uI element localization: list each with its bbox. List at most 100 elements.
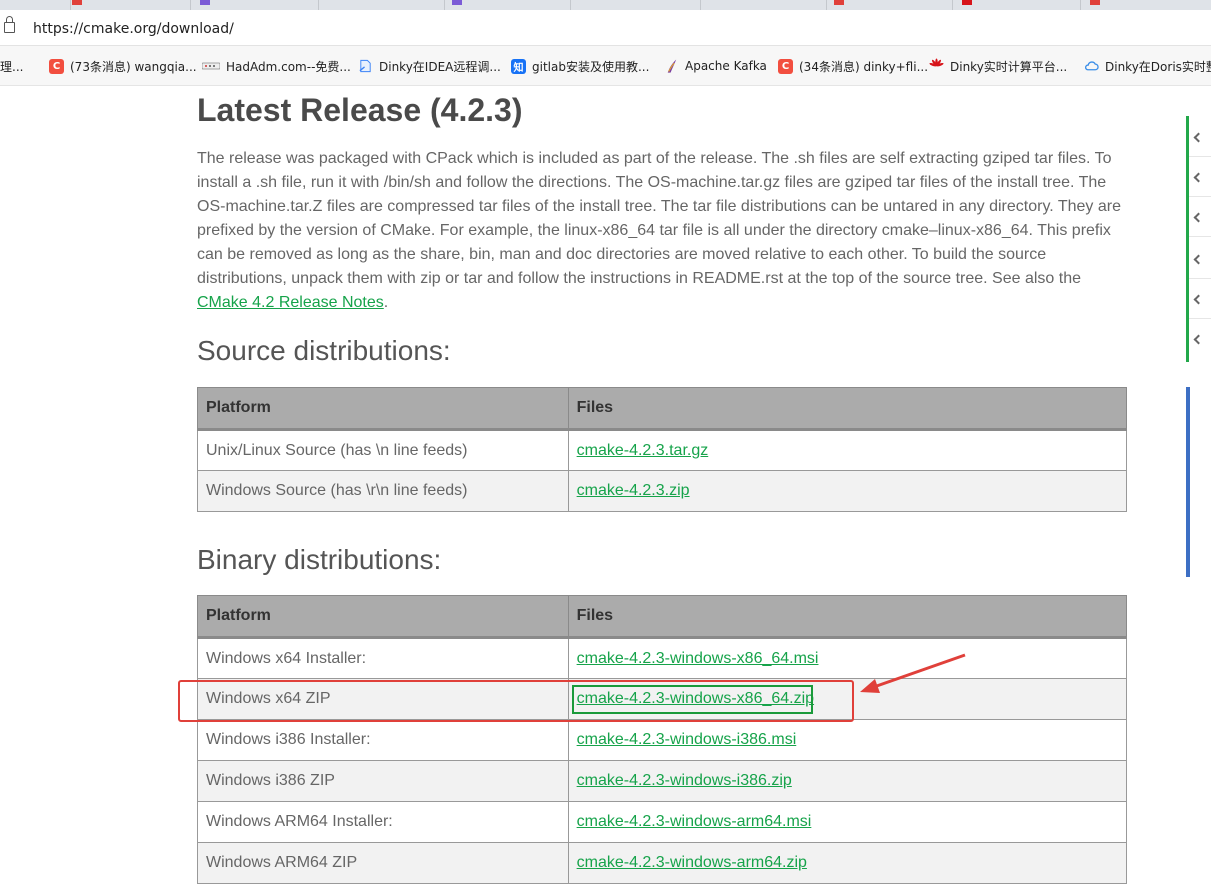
tab-favicon[interactable]: [72, 0, 82, 5]
bookmark-item[interactable]: 理...: [0, 56, 23, 76]
tab-separator: [70, 0, 71, 10]
zhihu-icon: 知: [511, 58, 526, 74]
lock-icon[interactable]: [4, 16, 15, 33]
side-panel: [1186, 387, 1211, 577]
platform-cell: Windows Source (has \r\n line feeds): [197, 470, 569, 512]
platform-cell: Windows ARM64 ZIP: [197, 842, 569, 884]
tab-separator: [444, 0, 445, 10]
bookmark-item[interactable]: Apache Kafka: [664, 56, 767, 76]
tab-separator: [1080, 0, 1081, 10]
bookmark-item[interactable]: HadAdm.com--免费...: [202, 56, 351, 76]
chevron-left-icon[interactable]: [1193, 294, 1204, 305]
download-link[interactable]: cmake-4.2.3-windows-x86_64.msi: [577, 650, 819, 667]
bookmark-label: Dinky实时计算平台...: [950, 59, 1068, 74]
table-row: Windows Source (has \r\n line feeds) cma…: [197, 470, 1128, 512]
toc-sidebar: [1186, 116, 1211, 362]
page-icon: [358, 59, 373, 74]
page-title: Latest Release (4.2.3): [197, 92, 523, 128]
table-row: Windows i386 ZIP cmake-4.2.3-windows-i38…: [197, 760, 1128, 802]
divider: [1189, 236, 1211, 237]
bookmark-item[interactable]: 知 gitlab安装及使用教...: [511, 56, 649, 76]
platform-cell: Windows ARM64 Installer:: [197, 801, 569, 843]
chevron-left-icon[interactable]: [1193, 334, 1204, 345]
platform-cell: Unix/Linux Source (has \n line feeds): [197, 429, 569, 471]
csdn-icon: C: [49, 58, 64, 74]
release-description: The release was packaged with CPack whic…: [197, 147, 1127, 315]
file-cell: cmake-4.2.3-windows-i386.zip: [567, 760, 1128, 802]
binary-table: Platform Files Windows x64 Installer: cm…: [197, 595, 1128, 884]
bookmark-item[interactable]: Dinky在Doris实时整: [1084, 56, 1211, 76]
table-header: Platform Files: [197, 387, 1128, 431]
url-text[interactable]: https://cmake.org/download/: [33, 21, 234, 37]
table-row: Windows x64 Installer: cmake-4.2.3-windo…: [197, 637, 1128, 679]
source-table: Platform Files Unix/Linux Source (has \n…: [197, 387, 1128, 512]
highlight-box-green: [572, 685, 813, 714]
column-header-platform: Platform: [197, 595, 569, 639]
tab-strip: [0, 0, 1211, 10]
platform-cell: Windows i386 ZIP: [197, 760, 569, 802]
release-text: The release was packaged with CPack whic…: [197, 150, 1121, 287]
platform-cell: Windows i386 Installer:: [197, 719, 569, 761]
divider: [1189, 156, 1211, 157]
column-header-platform: Platform: [197, 387, 569, 431]
download-link[interactable]: cmake-4.2.3-windows-i386.msi: [577, 731, 797, 748]
download-link[interactable]: cmake-4.2.3.tar.gz: [577, 442, 709, 459]
column-header-files: Files: [567, 595, 1128, 639]
bookmark-item[interactable]: Dinky实时计算平台...: [929, 56, 1067, 76]
file-cell: cmake-4.2.3-windows-i386.msi: [567, 719, 1128, 761]
address-bar[interactable]: https://cmake.org/download/: [0, 10, 1211, 46]
download-link[interactable]: cmake-4.2.3.zip: [577, 482, 690, 499]
platform-cell: Windows x64 Installer:: [197, 637, 569, 679]
download-link[interactable]: cmake-4.2.3-windows-i386.zip: [577, 772, 792, 789]
bookmark-label: (34条消息) dinky+fli...: [799, 59, 929, 74]
file-cell: cmake-4.2.3.zip: [567, 470, 1128, 512]
table-row: Windows i386 Installer: cmake-4.2.3-wind…: [197, 719, 1128, 761]
tab-separator: [700, 0, 701, 10]
tab-favicon[interactable]: [962, 0, 972, 5]
file-cell: cmake-4.2.3-windows-arm64.zip: [567, 842, 1128, 884]
bookmark-label: (73条消息) wangqia...: [70, 59, 197, 74]
tab-separator: [826, 0, 827, 10]
release-text-end: .: [383, 294, 389, 311]
release-notes-link[interactable]: CMake 4.2 Release Notes: [197, 294, 384, 311]
source-heading: Source distributions:: [197, 335, 451, 366]
table-row: Windows ARM64 ZIP cmake-4.2.3-windows-ar…: [197, 842, 1128, 884]
bookmark-label: gitlab安装及使用教...: [532, 59, 650, 74]
file-cell: cmake-4.2.3.tar.gz: [567, 429, 1128, 471]
bookmark-item[interactable]: C (34条消息) dinky+fli...: [778, 56, 928, 76]
file-cell: cmake-4.2.3-windows-arm64.msi: [567, 801, 1128, 843]
bookmark-label: 理...: [0, 59, 24, 74]
tab-separator: [570, 0, 571, 10]
tab-favicon[interactable]: [1090, 0, 1100, 5]
tab-favicon[interactable]: [834, 0, 844, 5]
arrow-icon: [860, 653, 966, 693]
table-row: Unix/Linux Source (has \n line feeds) cm…: [197, 429, 1128, 471]
bookmark-label: Dinky在IDEA远程调...: [379, 59, 501, 74]
download-link[interactable]: cmake-4.2.3-windows-arm64.zip: [577, 854, 807, 871]
tab-separator: [318, 0, 319, 10]
binary-heading: Binary distributions:: [197, 544, 442, 575]
bookmark-label: Dinky在Doris实时整: [1105, 59, 1211, 74]
bookmark-label: Apache Kafka: [685, 59, 767, 73]
chevron-left-icon[interactable]: [1193, 254, 1204, 265]
bookmark-item[interactable]: Dinky在IDEA远程调...: [358, 56, 501, 76]
chevron-left-icon[interactable]: [1193, 172, 1204, 183]
tab-separator: [190, 0, 191, 10]
file-cell: cmake-4.2.3-windows-x86_64.msi: [567, 637, 1128, 679]
bookmark-item[interactable]: C (73条消息) wangqia...: [49, 56, 197, 76]
csdn-icon: C: [778, 58, 793, 74]
download-link[interactable]: cmake-4.2.3-windows-arm64.msi: [577, 813, 812, 830]
divider: [1189, 278, 1211, 279]
kafka-icon: [664, 59, 679, 74]
chevron-left-icon[interactable]: [1193, 132, 1204, 143]
tab-separator: [952, 0, 953, 10]
tab-favicon[interactable]: [200, 0, 210, 5]
hadadm-icon: [202, 59, 220, 74]
tab-favicon[interactable]: [452, 0, 462, 5]
chevron-left-icon[interactable]: [1193, 212, 1204, 223]
table-header: Platform Files: [197, 595, 1128, 639]
cloud-icon: [1084, 59, 1099, 74]
table-row: Windows ARM64 Installer: cmake-4.2.3-win…: [197, 801, 1128, 843]
bookmark-label: HadAdm.com--免费...: [226, 59, 351, 74]
bookmarks-bar: 理... C (73条消息) wangqia... HadAdm.com--免费…: [0, 46, 1211, 86]
